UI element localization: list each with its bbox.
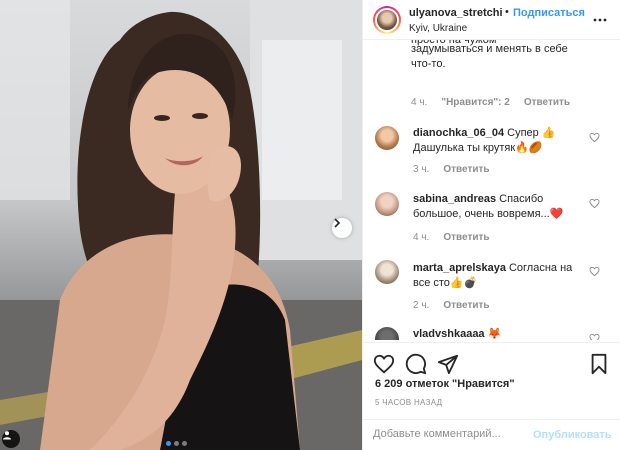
share-icon[interactable]: [437, 353, 459, 375]
post-side-panel: ulyanova_stretching • Подписаться Kyiv, …: [362, 0, 620, 450]
comment-time[interactable]: 4 ч.: [411, 97, 427, 108]
more-icon[interactable]: [593, 13, 607, 27]
comment-meta: 4 ч. Ответить: [413, 232, 490, 243]
user-tag-button[interactable]: [2, 430, 20, 448]
comment-text: marta_aprelskaya Согласна на все сто👍💣: [413, 262, 573, 289]
comment-meta: 2 ч. Ответить: [413, 300, 490, 311]
follow-button[interactable]: Подписаться: [513, 7, 585, 19]
comment-likes[interactable]: "Нравится": 2: [441, 97, 510, 108]
comment-like-icon[interactable]: [589, 333, 600, 340]
comment-text: просто на чужом задумываться и менять в …: [411, 40, 568, 70]
carousel-dot: [174, 441, 179, 446]
publish-button[interactable]: Опубликовать: [533, 429, 612, 441]
comment-text: dianochka_06_04 Супер 👍 Дашулька ты крутя…: [413, 127, 556, 154]
avatar[interactable]: [375, 260, 399, 284]
avatar[interactable]: [375, 192, 399, 216]
comment-time[interactable]: 2 ч.: [413, 300, 429, 311]
comment-meta: 4 ч. "Нравится": 2 Ответить: [411, 97, 570, 108]
comment-time[interactable]: 3 ч.: [413, 164, 429, 175]
comment-time[interactable]: 4 ч.: [413, 232, 429, 243]
post-photo[interactable]: [0, 0, 362, 450]
avatar[interactable]: [375, 327, 399, 340]
comment-text: vladvshkaaaa 🦊: [413, 328, 502, 340]
comment-input[interactable]: [373, 428, 533, 440]
avatar[interactable]: [375, 126, 399, 150]
heart-icon[interactable]: [373, 353, 395, 375]
post-timestamp: 5 ЧАСОВ НАЗАД: [375, 398, 443, 407]
comment-username[interactable]: vladvshkaaaa: [413, 328, 485, 340]
carousel-dot: [182, 441, 187, 446]
post-header: ulyanova_stretching • Подписаться Kyiv, …: [363, 0, 620, 40]
add-comment-bar: Опубликовать: [363, 419, 620, 450]
post-location[interactable]: Kyiv, Ukraine: [409, 23, 467, 34]
comment-icon[interactable]: [405, 353, 427, 375]
author-avatar[interactable]: [373, 6, 401, 34]
bookmark-icon[interactable]: [589, 353, 609, 375]
header-separator: •: [505, 6, 509, 18]
comment-like-icon[interactable]: [589, 198, 600, 209]
comment-text: sabina_andreas Спасибо большое, очень вов…: [413, 193, 564, 220]
reply-button[interactable]: Ответить: [443, 232, 489, 243]
comment-meta: 3 ч. Ответить: [413, 164, 490, 175]
reply-button[interactable]: Ответить: [524, 97, 570, 108]
comment-username[interactable]: sabina_andreas: [413, 193, 496, 205]
author-username[interactable]: ulyanova_stretching: [409, 7, 503, 19]
comments-list[interactable]: просто на чужом задумываться и менять в …: [363, 40, 620, 340]
user-tag-icon: [3, 431, 11, 440]
carousel-dot: [166, 441, 171, 446]
comment-username[interactable]: marta_aprelskaya: [413, 262, 506, 274]
reply-button[interactable]: Ответить: [443, 300, 489, 311]
reply-button[interactable]: Ответить: [443, 164, 489, 175]
post-actions: [363, 342, 620, 382]
photo-illustration: [0, 0, 362, 450]
carousel-indicator: [166, 441, 187, 446]
next-slide-button[interactable]: [332, 218, 352, 238]
likes-count[interactable]: 6 209 отметок "Нравится": [375, 378, 515, 390]
comment-like-icon[interactable]: [589, 266, 600, 277]
next-arrow-icon: [334, 218, 341, 228]
comment-like-icon[interactable]: [589, 132, 600, 143]
comment-username[interactable]: dianochka_06_04: [413, 127, 504, 139]
